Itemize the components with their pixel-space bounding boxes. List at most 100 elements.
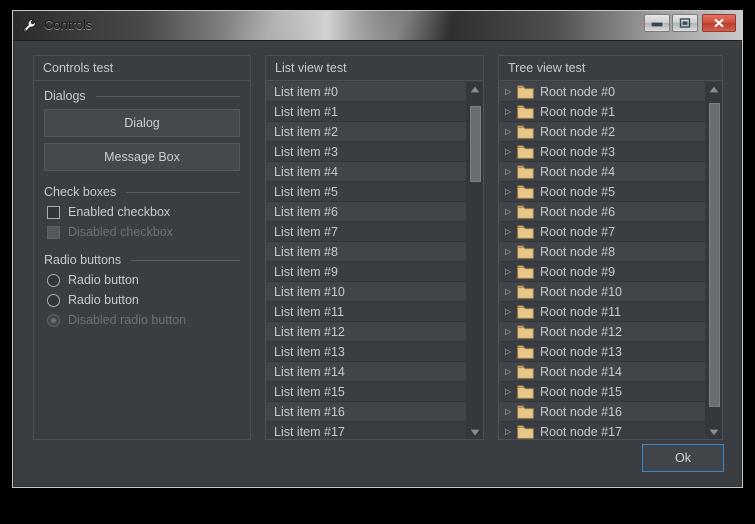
tree-node[interactable]: ▷ Root node #9 [499,262,705,282]
tree-view-scroll-thumb[interactable] [709,102,720,408]
folder-icon [517,405,534,419]
ok-button[interactable]: Ok [642,444,724,472]
window-title: Controls [44,17,93,32]
tree-node[interactable]: ▷ Root node #13 [499,342,705,362]
expander-triangle-icon[interactable]: ▷ [505,327,517,336]
scroll-down-arrow-icon[interactable] [467,425,483,439]
tree-node[interactable]: ▷ Root node #16 [499,402,705,422]
tree-node-label: Root node #12 [540,324,623,339]
expander-triangle-icon[interactable]: ▷ [505,407,517,416]
list-view-title: List view test [266,56,483,81]
tree-node[interactable]: ▷ Root node #1 [499,102,705,122]
tree-node[interactable]: ▷ Root node #7 [499,222,705,242]
folder-icon [517,265,534,279]
folder-icon [517,365,534,379]
section-dialogs: Dialogs [44,89,240,103]
tree-node[interactable]: ▷ Root node #15 [499,382,705,402]
list-item[interactable]: List item #1 [266,102,466,122]
list-item[interactable]: List item #5 [266,182,466,202]
close-button[interactable] [702,14,736,32]
dialog-button[interactable]: Dialog [44,109,240,137]
list-item[interactable]: List item #3 [266,142,466,162]
tree-node-label: Root node #4 [540,164,616,179]
radio-row-2[interactable]: Radio button [47,293,250,307]
tree-view-scrollbar[interactable] [705,82,722,439]
expander-triangle-icon[interactable]: ▷ [505,307,517,316]
expander-triangle-icon[interactable]: ▷ [505,147,517,156]
expander-triangle-icon[interactable]: ▷ [505,107,517,116]
expander-triangle-icon[interactable]: ▷ [505,427,517,436]
checkbox-row-disabled: Disabled checkbox [47,225,250,239]
maximize-button[interactable] [672,14,698,32]
section-label-check-boxes: Check boxes [44,185,117,199]
list-item[interactable]: List item #12 [266,322,466,342]
tree-node[interactable]: ▷ Root node #11 [499,302,705,322]
tree-node[interactable]: ▷ Root node #6 [499,202,705,222]
tree-node[interactable]: ▷ Root node #3 [499,142,705,162]
controls-test-title: Controls test [34,56,250,81]
scroll-down-arrow-icon[interactable] [706,425,722,439]
controls-window: Controls Controls test Dialogs Dialog Me… [12,10,743,488]
expander-triangle-icon[interactable]: ▷ [505,287,517,296]
tree-node[interactable]: ▷ Root node #12 [499,322,705,342]
tree-node[interactable]: ▷ Root node #5 [499,182,705,202]
scroll-up-arrow-icon[interactable] [706,82,722,96]
expander-triangle-icon[interactable]: ▷ [505,207,517,216]
expander-triangle-icon[interactable]: ▷ [505,127,517,136]
expander-triangle-icon[interactable]: ▷ [505,87,517,96]
folder-icon [517,145,534,159]
tree-view-rows[interactable]: ▷ Root node #0 ▷ Root node #1 ▷ Root node #2 ▷… [499,82,705,439]
tree-view-scroll-area: ▷ Root node #0 ▷ Root node #1 ▷ Root node #2 ▷… [499,82,722,439]
tree-node[interactable]: ▷ Root node #4 [499,162,705,182]
radio-button-1[interactable] [47,273,60,287]
list-item[interactable]: List item #15 [266,382,466,402]
expander-triangle-icon[interactable]: ▷ [505,227,517,236]
list-item[interactable]: List item #8 [266,242,466,262]
tree-node[interactable]: ▷ Root node #17 [499,422,705,439]
list-item[interactable]: List item #14 [266,362,466,382]
tree-node[interactable]: ▷ Root node #2 [499,122,705,142]
list-item[interactable]: List item #11 [266,302,466,322]
radio-row-1[interactable]: Radio button [47,273,250,287]
section-radio-buttons: Radio buttons [44,253,240,267]
list-view-scrollbar[interactable] [466,82,483,439]
list-item[interactable]: List item #4 [266,162,466,182]
list-item[interactable]: List item #10 [266,282,466,302]
message-box-button[interactable]: Message Box [44,143,240,171]
tree-node[interactable]: ▷ Root node #8 [499,242,705,262]
list-item[interactable]: List item #6 [266,202,466,222]
scroll-up-arrow-icon[interactable] [467,82,483,96]
radio-button-2[interactable] [47,293,60,307]
checkbox-enabled[interactable] [47,205,60,219]
window-titlebar[interactable]: Controls [13,11,742,41]
radio-button-disabled [47,313,60,327]
list-view-rows[interactable]: List item #0 List item #1 List item #2 List… [266,82,466,439]
expander-triangle-icon[interactable]: ▷ [505,347,517,356]
checkbox-row-enabled[interactable]: Enabled checkbox [47,205,250,219]
list-view-scroll-thumb[interactable] [470,105,481,183]
list-item[interactable]: List item #16 [266,402,466,422]
tree-node[interactable]: ▷ Root node #10 [499,282,705,302]
expander-triangle-icon[interactable]: ▷ [505,247,517,256]
tree-node-label: Root node #8 [540,244,616,259]
list-item[interactable]: List item #9 [266,262,466,282]
folder-icon [517,105,534,119]
tree-node-label: Root node #2 [540,124,616,139]
expander-triangle-icon[interactable]: ▷ [505,267,517,276]
expander-triangle-icon[interactable]: ▷ [505,167,517,176]
folder-icon [517,225,534,239]
tree-node-label: Root node #7 [540,224,616,239]
expander-triangle-icon[interactable]: ▷ [505,387,517,396]
expander-triangle-icon[interactable]: ▷ [505,187,517,196]
tree-node[interactable]: ▷ Root node #0 [499,82,705,102]
list-item[interactable]: List item #2 [266,122,466,142]
list-item[interactable]: List item #7 [266,222,466,242]
expander-triangle-icon[interactable]: ▷ [505,367,517,376]
tree-node[interactable]: ▷ Root node #14 [499,362,705,382]
minimize-button[interactable] [644,14,670,32]
tree-node-label: Root node #11 [540,304,622,319]
list-item[interactable]: List item #13 [266,342,466,362]
list-item[interactable]: List item #17 [266,422,466,439]
checkbox-label-enabled: Enabled checkbox [68,205,171,219]
list-item[interactable]: List item #0 [266,82,466,102]
